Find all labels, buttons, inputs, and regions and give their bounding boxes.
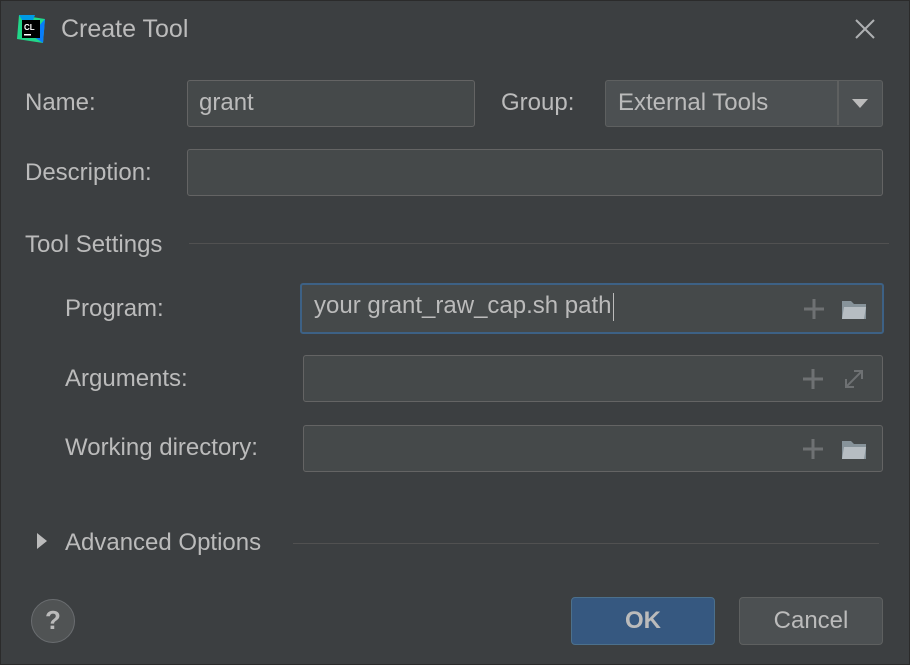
- group-selected-value: External Tools: [618, 89, 769, 116]
- name-field[interactable]: grant: [187, 80, 475, 127]
- tool-settings-separator: [189, 243, 889, 244]
- program-value: your grant_raw_cap.sh path: [314, 292, 612, 319]
- help-button[interactable]: ?: [31, 599, 75, 643]
- text-caret: [612, 292, 615, 321]
- plus-icon[interactable]: [800, 295, 828, 323]
- arguments-label: Arguments:: [65, 365, 188, 392]
- arguments-field[interactable]: [303, 355, 883, 402]
- working-directory-label: Working directory:: [65, 434, 258, 461]
- tool-settings-heading: Tool Settings: [25, 231, 163, 258]
- dialog-title: Create Tool: [61, 15, 189, 43]
- app-icon-text: CL: [24, 23, 35, 32]
- advanced-options-separator: [293, 543, 879, 544]
- description-field[interactable]: [187, 149, 883, 196]
- combo-divider: [837, 81, 839, 125]
- close-icon[interactable]: [849, 13, 881, 45]
- cancel-button[interactable]: Cancel: [739, 597, 883, 645]
- create-tool-dialog: CL Create Tool Name: grant Group: Extern…: [0, 0, 910, 665]
- plus-icon[interactable]: [799, 435, 827, 463]
- chevron-down-icon[interactable]: [850, 95, 870, 111]
- triangle-right-icon[interactable]: [35, 531, 49, 551]
- expand-icon[interactable]: [840, 365, 868, 393]
- advanced-options-toggle[interactable]: Advanced Options: [65, 529, 261, 557]
- plus-icon[interactable]: [799, 365, 827, 393]
- description-label: Description:: [25, 159, 152, 186]
- ok-button[interactable]: OK: [571, 597, 715, 645]
- group-select[interactable]: External Tools: [605, 80, 883, 127]
- folder-icon[interactable]: [840, 295, 868, 323]
- program-field[interactable]: your grant_raw_cap.sh path: [300, 283, 884, 334]
- folder-icon[interactable]: [840, 435, 868, 463]
- name-label: Name:: [25, 89, 96, 116]
- group-label: Group:: [501, 89, 575, 116]
- clion-icon: CL: [17, 15, 45, 43]
- program-label: Program:: [65, 295, 164, 322]
- working-directory-field[interactable]: [303, 425, 883, 472]
